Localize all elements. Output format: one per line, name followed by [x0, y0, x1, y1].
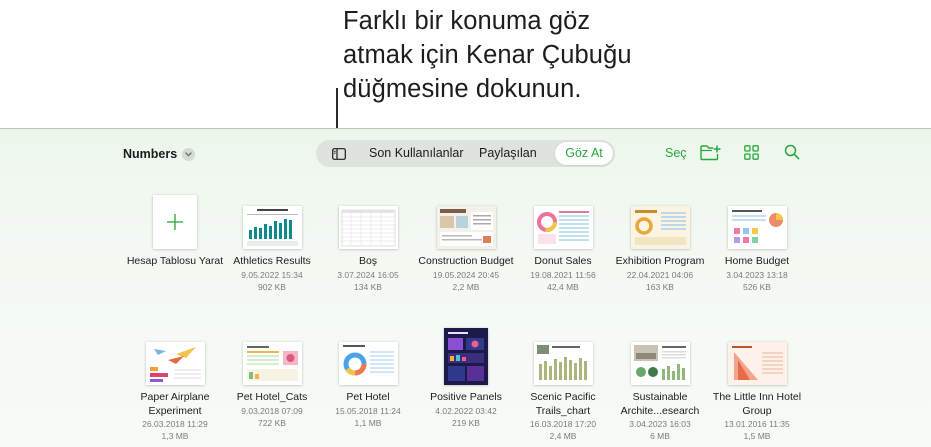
file-tile[interactable]: The Little Inn Hotel Group 13.01.2016 11… [702, 323, 812, 442]
chevron-down-icon [182, 147, 196, 161]
file-name: The Little Inn Hotel Group [712, 391, 802, 417]
tab-recents[interactable]: Son Kullanılanlar [369, 140, 464, 167]
file-name: Donut Sales [534, 255, 592, 267]
file-thumbnail[interactable] [436, 206, 496, 249]
tab-browse[interactable]: Göz At [555, 142, 613, 165]
file-name: Construction Budget [418, 255, 514, 267]
file-date: 13.01.2016 11:35 [724, 419, 790, 429]
file-size: 6 MB [650, 431, 670, 441]
file-thumbnail[interactable] [630, 206, 690, 249]
file-date: 4.02.2022 03:42 [435, 405, 497, 416]
file-date: 15.05.2018 11:24 [335, 405, 401, 416]
file-size: 526 KB [743, 281, 771, 292]
file-tile[interactable]: Home Budget 3.04.2023 13:18 526 KB [702, 187, 812, 293]
tab-shared[interactable]: Paylaşılan [479, 140, 537, 167]
file-name: Exhibition Program [615, 255, 705, 267]
file-thumbnail[interactable] [338, 206, 398, 249]
file-tile[interactable]: Boş 3.07.2024 16:05 134 KB [313, 187, 423, 293]
file-thumbnail[interactable] [533, 342, 593, 385]
file-date: 3.04.2023 13:18 [726, 269, 788, 280]
file-size: 2,2 MB [452, 281, 480, 292]
file-thumbnail[interactable] [533, 206, 593, 249]
instruction-callout: Farklı bir konuma göz atmak için Kenar Ç… [343, 4, 723, 106]
file-size: 42,4 MB [547, 281, 579, 292]
file-thumbnail[interactable] [630, 342, 690, 385]
file-size: 134 KB [354, 281, 382, 292]
callout-line-2: atmak için Kenar Çubuğu [343, 41, 632, 69]
file-name: Sustainable Archite...esearch [620, 391, 700, 417]
sidebar-icon[interactable] [332, 147, 346, 165]
search-icon[interactable] [784, 144, 800, 165]
file-date: 3.04.2023 16:03 [629, 419, 691, 429]
file-size: 1,5 MB [743, 431, 771, 441]
file-name: Positive Panels [430, 391, 502, 403]
file-thumbnail[interactable] [338, 342, 398, 385]
file-date: 19.05.2024 20:45 [432, 269, 500, 280]
location-title: Numbers [123, 147, 178, 161]
file-tile[interactable]: Donut Sales 19.08.2021 11:56 42,4 MB [508, 187, 618, 293]
add-spreadsheet-thumbnail[interactable] [153, 195, 197, 249]
file-name: Paper Airplane Experiment [140, 391, 210, 417]
file-date: 19.08.2021 11:56 [530, 269, 596, 280]
file-size: 1,3 MB [161, 431, 189, 441]
file-tile[interactable]: Paper Airplane Experiment 26.03.2018 11:… [120, 323, 230, 442]
file-size: 1,1 MB [354, 417, 382, 428]
file-date: 26.03.2018 11:29 [142, 419, 208, 429]
callout-line-1: Farklı bir konuma göz [343, 7, 591, 35]
file-thumbnail[interactable] [444, 328, 488, 385]
file-date: 16.03.2018 17:20 [529, 419, 597, 429]
file-name: Athletics Results [233, 255, 311, 267]
file-date: 9.05.2022 15:34 [241, 269, 303, 280]
view-segmented-control: Son Kullanılanlar Paylaşılan Göz At [316, 140, 615, 167]
file-name: Pet Hotel [346, 391, 390, 403]
create-spreadsheet-tile[interactable]: Hesap Tablosu Yarat [120, 187, 230, 269]
file-tile[interactable]: Pet Hotel_Cats 9.03.2018 07:09 722 KB [217, 323, 327, 429]
plus-icon [167, 214, 183, 230]
file-size: 902 KB [258, 281, 286, 292]
callout-line-3: düğmesine dokunun. [343, 75, 582, 103]
file-thumbnail[interactable] [727, 342, 787, 385]
file-date: 22.04.2021 04:06 [626, 269, 694, 280]
file-tile[interactable]: Sustainable Archite...esearch 3.04.2023 … [605, 323, 715, 442]
file-thumbnail[interactable] [727, 206, 787, 249]
file-thumbnail[interactable] [145, 342, 205, 385]
file-tile[interactable]: Exhibition Program 22.04.2021 04:06 163 … [605, 187, 715, 293]
file-tile[interactable]: Positive Panels 4.02.2022 03:42 219 KB [411, 323, 521, 429]
document-browser: Numbers Son Kullanılanlar Paylaşılan Göz… [0, 128, 931, 447]
file-thumbnail[interactable] [242, 342, 302, 385]
file-size: 2,4 MB [549, 431, 577, 441]
file-date: 3.07.2024 16:05 [337, 269, 399, 280]
file-size: 722 KB [258, 417, 286, 428]
file-name: Boş [358, 255, 378, 267]
file-thumbnail[interactable] [242, 206, 302, 249]
view-grid-icon[interactable] [744, 145, 759, 165]
file-tile[interactable]: Scenic Pacific Trails_chart 16.03.2018 1… [508, 323, 618, 442]
file-tile[interactable]: Pet Hotel 15.05.2018 11:24 1,1 MB [313, 323, 423, 429]
file-date: 9.03.2018 07:09 [241, 405, 303, 416]
file-name: Hesap Tablosu Yarat [126, 255, 224, 267]
file-size: 163 KB [646, 281, 674, 292]
file-name: Pet Hotel_Cats [236, 391, 308, 403]
select-button[interactable]: Seç [665, 146, 687, 160]
new-folder-icon[interactable] [700, 144, 721, 166]
file-name: Scenic Pacific Trails_chart [530, 391, 596, 417]
file-tile[interactable]: Athletics Results 9.05.2022 15:34 902 KB [217, 187, 327, 293]
file-size: 219 KB [452, 417, 480, 428]
file-name: Home Budget [724, 255, 790, 267]
location-menu[interactable]: Numbers [123, 146, 196, 162]
file-tile[interactable]: Construction Budget 19.05.2024 20:45 2,2… [411, 187, 521, 293]
